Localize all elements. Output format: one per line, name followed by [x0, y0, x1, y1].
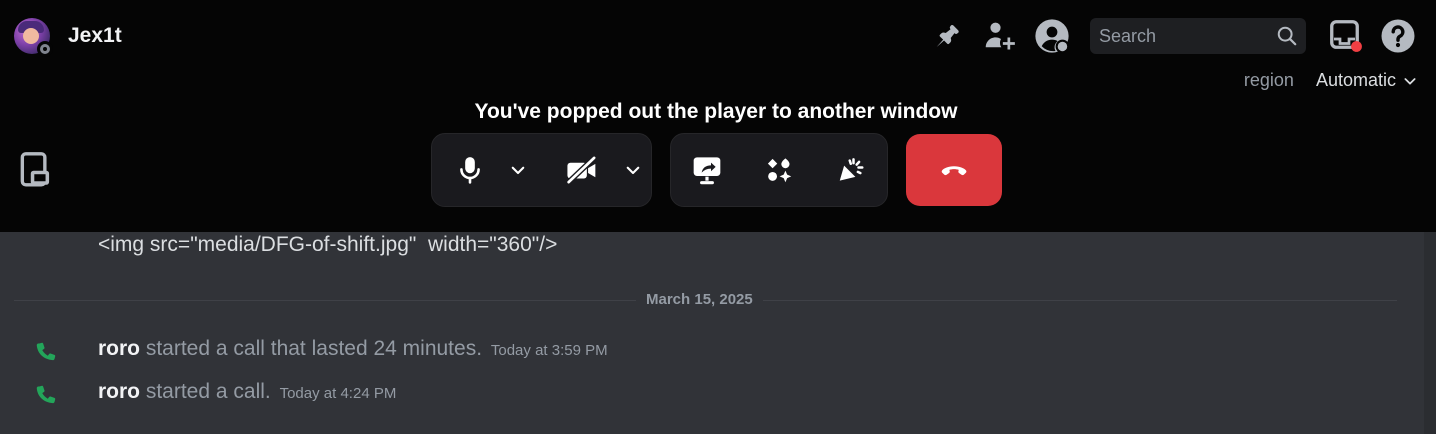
message-author[interactable]: roro: [98, 337, 140, 360]
phone-icon: [32, 383, 58, 414]
date-divider-label: March 15, 2025: [636, 291, 763, 308]
camera-options-button[interactable]: [615, 133, 651, 207]
hang-up-icon: [941, 166, 967, 176]
profile-icon[interactable]: [1032, 16, 1072, 56]
status-offline-indicator: [37, 41, 53, 57]
chevron-down-icon: [626, 166, 640, 175]
soundboard-button[interactable]: [815, 133, 887, 207]
add-member-icon[interactable]: [980, 16, 1020, 56]
popout-window-icon[interactable]: [18, 151, 52, 194]
chevron-down-icon: [511, 166, 525, 175]
popout-message: You've popped out the player to another …: [474, 100, 958, 123]
chevron-down-icon[interactable]: [1402, 73, 1418, 89]
call-area: Jex1t Search region Automatic You've pop…: [0, 0, 1436, 232]
activities-button[interactable]: [743, 133, 815, 207]
avatar[interactable]: [14, 18, 53, 57]
timestamp[interactable]: Today at 3:59 PM: [491, 342, 608, 359]
image-markup-text: <img src="media/DFG-of-shift.jpg" width=…: [98, 233, 558, 256]
header-toolbar: Search: [916, 16, 1418, 56]
region-selector[interactable]: region Automatic: [1244, 70, 1418, 91]
region-label: region: [1243, 70, 1294, 90]
message-author[interactable]: roro: [98, 380, 140, 403]
call-text: started a call that lasted 24 minutes.: [145, 337, 483, 360]
hang-up-button[interactable]: [906, 134, 1002, 206]
username: Jex1t: [68, 24, 122, 47]
search-placeholder: Search: [1099, 25, 1157, 46]
channel-header: Jex1t: [14, 18, 122, 57]
timestamp[interactable]: Today at 4:24 PM: [280, 385, 397, 402]
region-value[interactable]: Automatic: [1316, 70, 1396, 91]
mic-options-button[interactable]: [500, 133, 536, 207]
inbox-icon[interactable]: [1326, 16, 1366, 56]
soundboard-icon: [839, 158, 864, 181]
camera-button[interactable]: [548, 133, 616, 207]
screen-share-button[interactable]: [671, 133, 743, 207]
search-icon[interactable]: [1276, 25, 1298, 47]
audio-video-controls: [431, 133, 652, 207]
camera-off-icon: [566, 155, 596, 185]
call-text: started a call.: [145, 380, 271, 403]
search-box[interactable]: Search: [1090, 18, 1306, 54]
phone-icon: [32, 340, 58, 371]
screen-share-icon: [693, 157, 721, 185]
activities-icon: [767, 158, 792, 183]
scrollbar[interactable]: [1424, 232, 1436, 434]
microphone-icon: [460, 157, 480, 184]
pin-icon[interactable]: [928, 16, 968, 56]
help-icon[interactable]: [1378, 16, 1418, 56]
call-actions: [670, 133, 888, 207]
microphone-button[interactable]: [440, 133, 500, 207]
